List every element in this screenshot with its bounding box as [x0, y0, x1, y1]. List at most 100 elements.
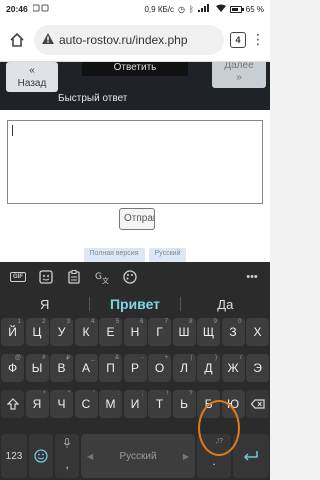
- key-hint: ": [67, 391, 70, 397]
- comma-label: ,: [65, 457, 69, 471]
- menu-icon[interactable]: ⋮: [251, 29, 265, 51]
- clock-icon: ◷: [177, 4, 185, 14]
- translate-icon[interactable]: G文: [88, 265, 116, 289]
- key-label: О: [154, 361, 165, 375]
- space-key[interactable]: ◀ Русский ▶: [81, 434, 195, 478]
- key[interactable]: С ': [74, 390, 98, 418]
- key-label: К: [82, 325, 90, 339]
- emoji-icon: [34, 449, 48, 463]
- key-hint: +: [164, 355, 168, 361]
- key-hint: 7: [164, 319, 168, 325]
- key[interactable]: Ы #: [25, 354, 49, 382]
- key[interactable]: З0: [221, 318, 245, 346]
- back-button[interactable]: « Назад: [6, 62, 58, 92]
- key-label: Ц: [32, 325, 42, 339]
- key[interactable]: Щ9: [197, 318, 220, 346]
- key-hint: &: [114, 355, 119, 361]
- gif-icon[interactable]: GIF: [10, 272, 26, 282]
- key-label: А: [81, 361, 90, 375]
- key[interactable]: Е5: [99, 318, 122, 346]
- key-label: Щ: [202, 325, 215, 339]
- key[interactable]: И;: [123, 390, 147, 418]
- key-label: Ж: [227, 361, 239, 375]
- key[interactable]: Ч ": [50, 390, 73, 418]
- key[interactable]: К4: [74, 318, 98, 346]
- enter-key[interactable]: [233, 434, 269, 478]
- key-hint: 8: [189, 319, 193, 325]
- key-label: Я: [32, 397, 42, 411]
- key[interactable]: Х: [246, 318, 269, 346]
- key[interactable]: Ь?: [172, 390, 196, 418]
- tabs-button[interactable]: 4: [230, 31, 246, 48]
- key[interactable]: О +: [148, 354, 171, 382]
- key[interactable]: Р-: [123, 354, 147, 382]
- key[interactable]: Л(: [172, 354, 196, 382]
- key[interactable]: Я *: [25, 390, 49, 418]
- network-speed: 0,9 КБ/с: [144, 4, 174, 14]
- key-hint: #: [42, 355, 46, 361]
- key[interactable]: Й1: [1, 318, 24, 346]
- battery-percent: 65 %: [245, 4, 264, 14]
- key-hint: :: [117, 391, 119, 397]
- suggestion-right[interactable]: Да: [181, 297, 270, 312]
- key[interactable]: У3: [50, 318, 73, 346]
- key[interactable]: Н6: [123, 318, 147, 346]
- key-label: Ш: [178, 325, 190, 339]
- key[interactable]: Д): [197, 354, 220, 382]
- language-link[interactable]: Русский: [148, 248, 187, 262]
- wifi-icon: [215, 4, 226, 14]
- key-hint: ': [93, 391, 95, 397]
- key[interactable]: П &: [99, 354, 122, 382]
- footer-links: Полная версия Русский: [0, 248, 270, 262]
- key[interactable]: А _: [74, 354, 98, 382]
- more-icon[interactable]: •••: [238, 265, 266, 289]
- next-button[interactable]: Далее »: [212, 62, 266, 88]
- backspace-key[interactable]: [246, 390, 269, 418]
- url-text: auto-rostov.ru/index.php: [59, 32, 188, 47]
- address-bar[interactable]: auto-rostov.ru/index.php: [34, 24, 224, 55]
- key-label: Д: [204, 361, 213, 375]
- key-label: Л: [180, 361, 188, 375]
- backspace-icon: [250, 399, 265, 409]
- clipboard-icon[interactable]: [60, 265, 88, 289]
- back-label: Назад: [17, 78, 47, 89]
- browser-toolbar: auto-rostov.ru/index.php 4 ⋮: [0, 18, 270, 62]
- status-time: 20:46: [6, 4, 28, 14]
- sticker-icon[interactable]: [32, 265, 60, 289]
- palette-icon[interactable]: [116, 265, 144, 289]
- key-label: П: [106, 361, 115, 375]
- key[interactable]: М:: [99, 390, 122, 418]
- suggestion-center[interactable]: Привет: [90, 296, 179, 312]
- quick-reply-label: Быстрый ответ: [58, 93, 128, 104]
- key-label: И: [130, 397, 140, 411]
- key-label: Й: [8, 325, 17, 339]
- warning-icon: [42, 32, 54, 47]
- key-hint: 3: [66, 319, 70, 325]
- key-hint: (: [190, 355, 193, 361]
- key[interactable]: Ж /: [221, 354, 245, 382]
- key[interactable]: Т!: [148, 390, 171, 418]
- key[interactable]: Ш8: [172, 318, 196, 346]
- send-button[interactable]: Отправить: [119, 208, 155, 230]
- home-icon[interactable]: [6, 29, 28, 51]
- space-label: Русский: [119, 450, 157, 462]
- status-bar: 20:46 0,9 КБ/с ◷ ᛒ 65 %: [0, 0, 270, 18]
- key[interactable]: В ₽: [50, 354, 73, 382]
- key[interactable]: Г7: [148, 318, 171, 346]
- shift-key[interactable]: [1, 390, 24, 418]
- key[interactable]: Ф @: [1, 354, 24, 382]
- reply-button[interactable]: Ответить: [82, 62, 188, 76]
- key-hint: /: [239, 355, 242, 361]
- numbers-key[interactable]: 123: [1, 434, 27, 478]
- key-hint: ₽: [66, 356, 70, 362]
- key[interactable]: Ц2: [25, 318, 49, 346]
- comma-key[interactable]: ,: [55, 434, 79, 478]
- key-hint: ?: [189, 391, 193, 397]
- key[interactable]: Э: [246, 354, 269, 382]
- web-page: « Назад Ответить Далее » Быстрый ответ О…: [0, 62, 270, 262]
- suggestion-left[interactable]: Я: [0, 297, 89, 312]
- next-arrow: »: [236, 72, 242, 83]
- reply-textarea[interactable]: [7, 120, 263, 204]
- full-version-link[interactable]: Полная версия: [83, 248, 145, 262]
- emoji-key[interactable]: [29, 434, 53, 478]
